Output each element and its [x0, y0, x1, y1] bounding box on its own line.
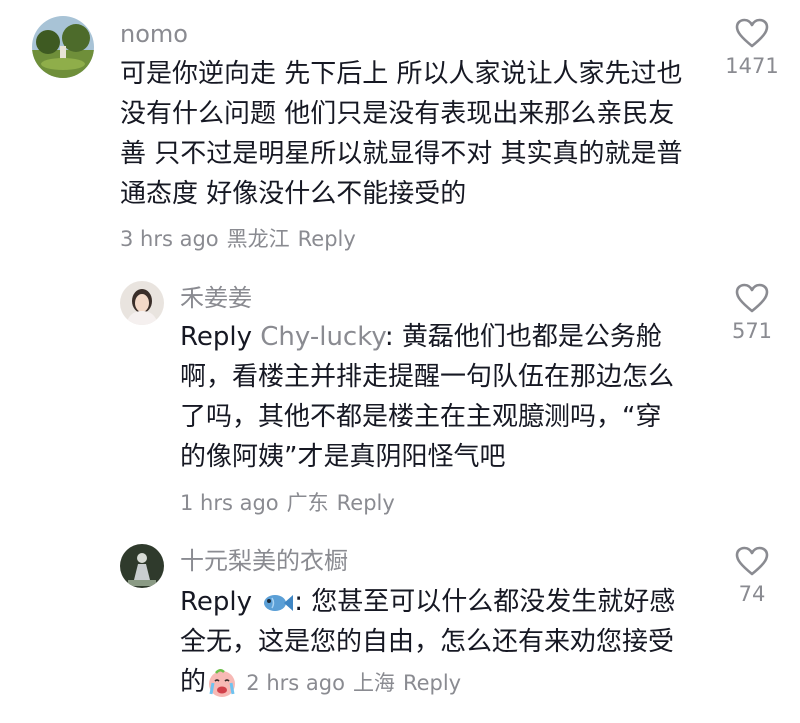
like-column: 1471 — [712, 18, 792, 78]
comment-meta: 1 hrs ago 广东 Reply — [180, 490, 403, 516]
reply-comment-item: 禾姜姜 Reply Chy-lucky: 黄磊他们也都是公务舱 啊，看楼主并排走… — [0, 265, 800, 525]
comment-meta: 2 hrs ago 上海 Reply — [246, 671, 461, 695]
comment-text-segment: : 黄磊他们也都是公务舱 — [384, 322, 662, 352]
comment-meta: 3 hrs ago 黑龙江 Reply — [120, 226, 364, 252]
like-count: 571 — [731, 319, 773, 343]
avatar[interactable] — [120, 544, 164, 588]
avatar-figure-image — [120, 544, 164, 588]
comment-text-line: Reply : 您甚至可以什么都没发生就好感 — [180, 582, 675, 622]
comment-text-line: 没有什么问题 他们只是没有表现出来那么亲民友 — [120, 99, 675, 129]
avatar[interactable] — [32, 16, 94, 78]
comment-text-line: 通态度 好像没什么不能接受的 — [120, 179, 467, 209]
heart-icon[interactable] — [735, 283, 769, 313]
avatar-landscape-image — [32, 16, 94, 78]
heart-icon[interactable] — [735, 18, 769, 48]
comment-username[interactable]: 十元梨美的衣橱 — [180, 546, 348, 576]
comment-text-line: 了吗，其他不都是楼主在主观臆测吗，“穿 — [180, 402, 662, 432]
fish-emoji-icon[interactable] — [260, 590, 294, 616]
comment-username[interactable]: 禾姜姜 — [180, 283, 252, 313]
comment-location: 上海 — [352, 671, 395, 695]
comment-time: 3 hrs ago — [120, 227, 219, 251]
like-column: 74 — [712, 546, 792, 606]
reply-prefix: Reply — [180, 587, 253, 617]
comment-text-line: 啊，看楼主并排走提醒一句队伍在那边怎么 — [180, 362, 675, 392]
comment-text-segment: : 您甚至可以什么都没发生就好感 — [294, 587, 676, 617]
comment-item: nomo 可是你逆向走 先下后上 所以人家说让人家先过也 没有什么问题 他们只是… — [0, 0, 800, 260]
like-count: 74 — [738, 582, 766, 606]
comment-text-line: 的像阿姨”才是真阴阳怪气吧 — [180, 442, 506, 472]
comment-username[interactable]: nomo — [120, 19, 188, 49]
crying-face-emoji-icon — [209, 668, 236, 697]
comment-text: 可是你逆向走 先下后上 所以人家说让人家先过也 没有什么问题 他们只是没有表现出… — [120, 54, 683, 214]
comment-text-line: 善 只不过是明星所以就显得不对 其实真的就是普 — [120, 139, 683, 169]
comment-text-line: 可是你逆向走 先下后上 所以人家说让人家先过也 — [120, 59, 683, 89]
reply-prefix: Reply — [180, 322, 253, 352]
heart-icon[interactable] — [735, 546, 769, 576]
comment-text: Reply : 您甚至可以什么都没发生就好感 全无，这是您的自由，怎么还有来劝您… — [180, 582, 675, 703]
reply-button[interactable]: Reply — [337, 491, 395, 515]
comment-location: 广东 — [286, 491, 329, 515]
comment-text-line: 的 2 hrs ago 上海 Reply — [180, 662, 675, 703]
avatar[interactable] — [120, 281, 164, 325]
reply-button[interactable]: Reply — [298, 227, 356, 251]
like-count: 1471 — [725, 54, 779, 78]
reply-comment-item: 十元梨美的衣橱 Reply : 您甚至可以什么都没发生就好感 全无，这是您的自由… — [0, 530, 800, 723]
comment-location: 黑龙江 — [226, 227, 290, 251]
reply-target-username[interactable]: Chy-lucky — [260, 322, 385, 352]
comment-text-line: 全无，这是您的自由，怎么还有来劝您接受 — [180, 627, 675, 657]
comment-text: Reply Chy-lucky: 黄磊他们也都是公务舱 啊，看楼主并排走提醒一句… — [180, 317, 674, 477]
comment-time: 2 hrs ago — [246, 671, 345, 695]
comment-text-segment: 的 — [180, 667, 207, 697]
reply-button[interactable]: Reply — [403, 671, 461, 695]
comment-time: 1 hrs ago — [180, 491, 279, 515]
avatar-person-image — [120, 281, 164, 325]
like-column: 571 — [712, 283, 792, 343]
comment-text-line: Reply Chy-lucky: 黄磊他们也都是公务舱 — [180, 317, 674, 357]
